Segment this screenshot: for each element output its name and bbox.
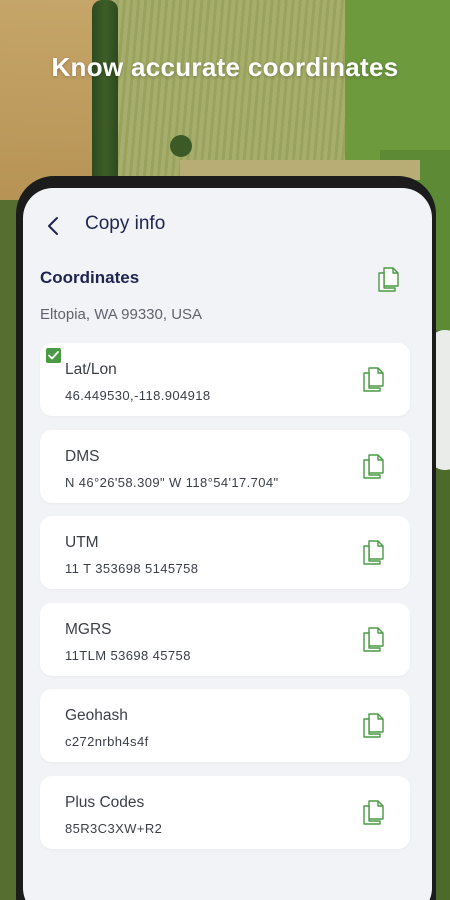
coordinate-value[interactable]: N 46°26'58.309" W 118°54'17.704" (65, 475, 279, 490)
promo-headline: Know accurate coordinates (51, 52, 399, 82)
copy-all-button[interactable] (373, 264, 405, 294)
coordinate-label: Plus Codes (65, 793, 145, 811)
copy-button[interactable] (360, 450, 388, 482)
copy-button[interactable] (360, 363, 388, 395)
page-title: Copy info (85, 213, 166, 234)
coordinate-label: DMS (65, 447, 100, 465)
copy-icon (363, 367, 384, 392)
back-button[interactable] (37, 210, 69, 242)
copy-icon (363, 713, 384, 738)
checkbox-checked[interactable] (46, 348, 61, 363)
top-app-bar: Copy info (23, 188, 432, 258)
section-title: Coordinates (40, 268, 140, 287)
coordinate-value[interactable]: c272nrbh4s4f (65, 734, 149, 749)
coordinate-card-mgrs: MGRS 11TLM 53698 45758 (40, 602, 410, 676)
copy-icon (363, 540, 384, 565)
check-icon (48, 351, 59, 360)
chevron-left-icon (48, 217, 58, 235)
copy-button[interactable] (360, 709, 388, 741)
copy-icon (378, 267, 399, 292)
coordinate-card-plus-codes: Plus Codes 85R3C3XW+R2 (40, 775, 410, 849)
coordinate-card-dms: DMS N 46°26'58.309" W 118°54'17.704" (40, 429, 410, 503)
coordinate-label: Lat/Lon (65, 361, 117, 378)
copy-icon (363, 626, 384, 652)
copy-icon (363, 453, 384, 479)
coordinate-label: UTM (65, 534, 99, 551)
coordinate-label: MGRS (65, 620, 112, 638)
copy-button[interactable] (360, 623, 388, 655)
copy-button[interactable] (360, 796, 388, 828)
copy-icon (363, 799, 384, 825)
copy-button[interactable] (360, 536, 388, 568)
coordinate-card-utm: UTM 11 T 353698 5145758 (40, 516, 410, 589)
coordinate-value[interactable]: 11TLM 53698 45758 (65, 648, 191, 663)
coordinate-card-lat-lon: Lat/Lon 46.449530,-118.904918 (40, 343, 410, 416)
coordinate-card-geohash: Geohash c272nrbh4s4f (40, 689, 410, 762)
coordinate-label: Geohash (65, 707, 128, 724)
phone-screen: Copy info Coordinates Eltopia, WA 99330,… (23, 188, 432, 900)
coordinate-value[interactable]: 85R3C3XW+R2 (65, 821, 162, 836)
coordinate-value[interactable]: 11 T 353698 5145758 (65, 561, 198, 576)
address-text: Eltopia, WA 99330, USA (40, 306, 203, 323)
coordinate-value[interactable]: 46.449530,-118.904918 (65, 388, 211, 403)
